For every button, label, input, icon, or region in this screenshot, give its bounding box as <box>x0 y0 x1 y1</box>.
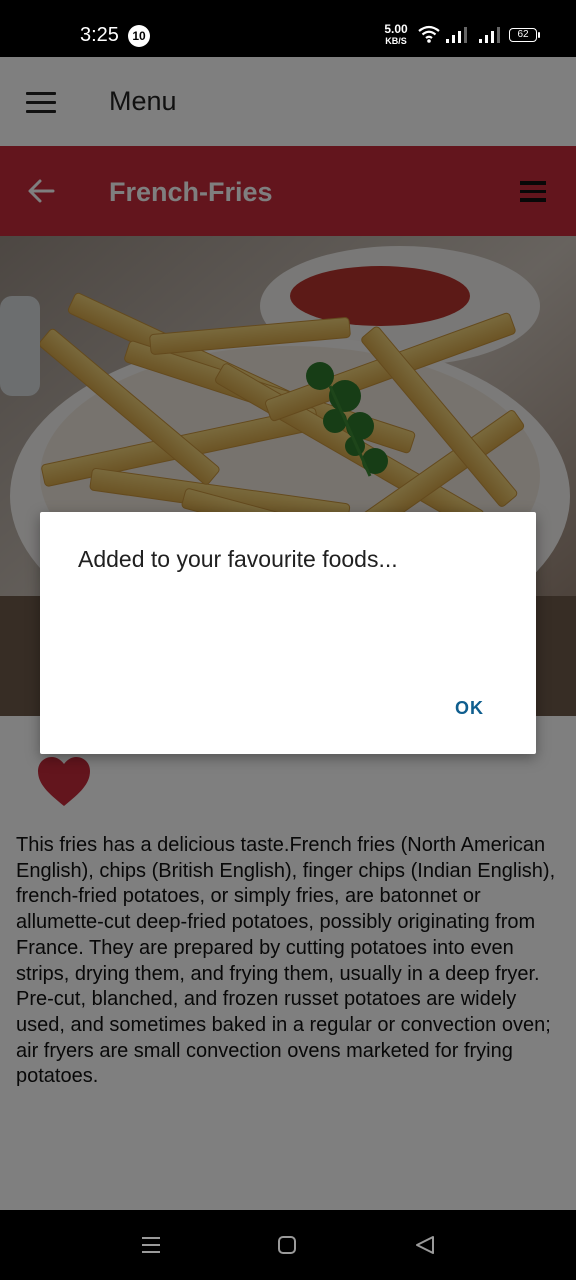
back-icon[interactable] <box>414 1235 436 1255</box>
favourite-dialog: Added to your favourite foods... OK <box>40 512 536 754</box>
status-time: 3:25 <box>80 24 119 46</box>
dialog-message: Added to your favourite foods... <box>78 546 398 572</box>
signal-icon-2 <box>479 27 500 43</box>
ok-button[interactable]: OK <box>455 698 484 719</box>
battery-icon: 62 <box>509 28 540 42</box>
status-bar: 3:25 10 5.00 KB/S 62 <box>0 0 576 57</box>
recent-apps-icon[interactable] <box>141 1235 161 1255</box>
network-speed-value: 5.00 <box>384 22 408 36</box>
wifi-icon <box>418 25 440 43</box>
network-speed: 5.00 KB/S <box>380 22 412 46</box>
system-navigation-bar <box>0 1210 576 1280</box>
network-speed-unit: KB/S <box>385 36 407 46</box>
signal-icon <box>446 27 467 43</box>
notification-badge: 10 <box>128 25 150 47</box>
home-icon[interactable] <box>277 1235 297 1255</box>
